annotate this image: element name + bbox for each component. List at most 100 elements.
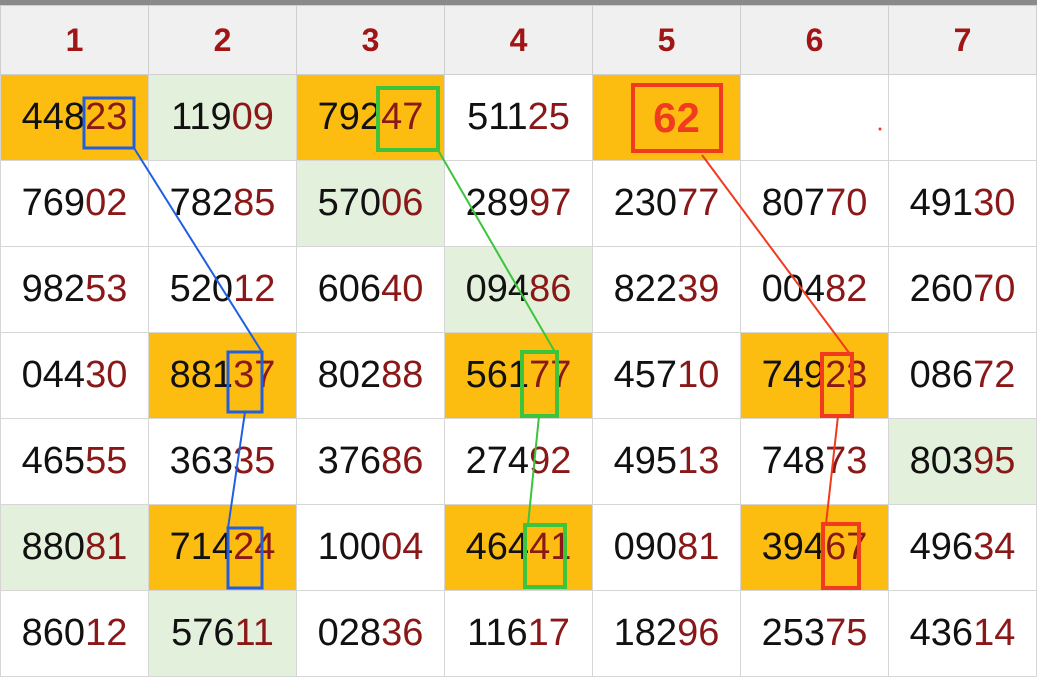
number-suffix: 95 bbox=[973, 440, 1016, 482]
number-suffix: 96 bbox=[677, 612, 720, 654]
number-prefix: 260 bbox=[909, 268, 974, 310]
grid-cell: 46555 bbox=[0, 418, 149, 505]
table-row: 46555 36335 37686 27492 49513 74873 80395 bbox=[0, 418, 1037, 505]
grid-cell: 80770 bbox=[740, 160, 889, 247]
number-suffix: 23 bbox=[825, 354, 868, 396]
grid-cell: 00482 bbox=[740, 246, 889, 333]
number-suffix: 04 bbox=[381, 526, 424, 568]
number-prefix: 090 bbox=[613, 526, 678, 568]
number-prefix: 520 bbox=[169, 268, 234, 310]
grid-cell: 27492 bbox=[444, 418, 593, 505]
number-prefix: 465 bbox=[21, 440, 86, 482]
grid-cell: 49634 bbox=[888, 504, 1037, 591]
number-suffix: 70 bbox=[973, 268, 1016, 310]
number-suffix: 75 bbox=[825, 612, 868, 654]
grid-cell: 49513 bbox=[592, 418, 741, 505]
grid-cell: 28997 bbox=[444, 160, 593, 247]
number-prefix: 491 bbox=[909, 182, 974, 224]
number-suffix: 39 bbox=[677, 268, 720, 310]
grid-cell: 11909 bbox=[148, 74, 297, 161]
number-prefix: 230 bbox=[613, 182, 678, 224]
grid-cell: 09486 bbox=[444, 246, 593, 333]
grid-cell: 02836 bbox=[296, 590, 445, 677]
number-prefix: 448 bbox=[21, 96, 86, 138]
number-suffix: 12 bbox=[85, 612, 128, 654]
number-suffix: 70 bbox=[825, 182, 868, 224]
number-suffix: 53 bbox=[85, 268, 128, 310]
table-row: 98253 52012 60640 09486 82239 00482 26070 bbox=[0, 246, 1037, 333]
number-prefix: 714 bbox=[169, 526, 234, 568]
number-suffix: 09 bbox=[231, 96, 274, 138]
number-suffix: 34 bbox=[973, 526, 1016, 568]
grid-cell: 71424 bbox=[148, 504, 297, 591]
number-prefix: 792 bbox=[317, 96, 382, 138]
number-suffix: 23 bbox=[85, 96, 128, 138]
column-header-1: 1 bbox=[0, 5, 149, 75]
grid-cell: 52012 bbox=[148, 246, 297, 333]
number-prefix: 561 bbox=[465, 354, 530, 396]
number-suffix: 30 bbox=[85, 354, 128, 396]
grid-cell: 57006 bbox=[296, 160, 445, 247]
table-row: 04430 88137 80288 56177 45710 74923 08672 bbox=[0, 332, 1037, 419]
column-header-5: 5 bbox=[592, 5, 741, 75]
number-suffix: 81 bbox=[85, 526, 128, 568]
grid-cell: 82239 bbox=[592, 246, 741, 333]
grid-cell: 44823 bbox=[0, 74, 149, 161]
number-prefix: 464 bbox=[465, 526, 530, 568]
number-prefix: 511 bbox=[467, 96, 528, 138]
grid-cell: 26070 bbox=[888, 246, 1037, 333]
number-prefix: 028 bbox=[317, 612, 382, 654]
number-prefix: 436 bbox=[909, 612, 974, 654]
number-suffix: 88 bbox=[381, 354, 424, 396]
grid-cell: 23077 bbox=[592, 160, 741, 247]
number-suffix: 73 bbox=[825, 440, 868, 482]
grid-cell: 45710 bbox=[592, 332, 741, 419]
grid-cell: 80395 bbox=[888, 418, 1037, 505]
number-suffix: 72 bbox=[973, 354, 1016, 396]
number-prefix: 807 bbox=[761, 182, 826, 224]
number-prefix: 100 bbox=[317, 526, 382, 568]
number-suffix: 85 bbox=[233, 182, 276, 224]
grid-cell: 11617 bbox=[444, 590, 593, 677]
grid-cell: 37686 bbox=[296, 418, 445, 505]
special-number-box: 62 bbox=[630, 82, 723, 153]
number-prefix: 086 bbox=[909, 354, 974, 396]
number-suffix: 47 bbox=[381, 96, 424, 138]
grid-cell: 86012 bbox=[0, 590, 149, 677]
number-suffix: 97 bbox=[529, 182, 572, 224]
number-prefix: 363 bbox=[169, 440, 234, 482]
number-prefix: 749 bbox=[761, 354, 826, 396]
number-prefix: 116 bbox=[467, 612, 528, 654]
number-suffix: 36 bbox=[381, 612, 424, 654]
grid-cell: 60640 bbox=[296, 246, 445, 333]
number-prefix: 576 bbox=[171, 612, 235, 654]
grid-cell: 04430 bbox=[0, 332, 149, 419]
number-suffix: 13 bbox=[677, 440, 720, 482]
grid-cell: 43614 bbox=[888, 590, 1037, 677]
number-prefix: 289 bbox=[465, 182, 530, 224]
number-prefix: 253 bbox=[761, 612, 826, 654]
number-suffix: 30 bbox=[973, 182, 1016, 224]
number-suffix: 10 bbox=[677, 354, 720, 396]
number-suffix: 11 bbox=[234, 612, 274, 654]
grid-cell: 36335 bbox=[148, 418, 297, 505]
number-prefix: 606 bbox=[317, 268, 382, 310]
number-prefix: 274 bbox=[465, 440, 530, 482]
column-header-4: 4 bbox=[444, 5, 593, 75]
number-suffix: 55 bbox=[85, 440, 128, 482]
number-prefix: 394 bbox=[761, 526, 826, 568]
number-suffix: 77 bbox=[677, 182, 720, 224]
grid-cell: 62 bbox=[592, 74, 741, 161]
number-suffix: 06 bbox=[381, 182, 424, 224]
number-prefix: 570 bbox=[317, 182, 382, 224]
table-row: 88081 71424 10004 46441 09081 39467 49634 bbox=[0, 504, 1037, 591]
number-suffix: 81 bbox=[677, 526, 720, 568]
number-prefix: 880 bbox=[21, 526, 86, 568]
grid-cell: 57611 bbox=[148, 590, 297, 677]
grid-cell: 25375 bbox=[740, 590, 889, 677]
number-suffix: 14 bbox=[973, 612, 1016, 654]
column-header-6: 6 bbox=[740, 5, 889, 75]
grid-cell: 78285 bbox=[148, 160, 297, 247]
number-suffix: 41 bbox=[529, 526, 572, 568]
grid-cell: 46441 bbox=[444, 504, 593, 591]
